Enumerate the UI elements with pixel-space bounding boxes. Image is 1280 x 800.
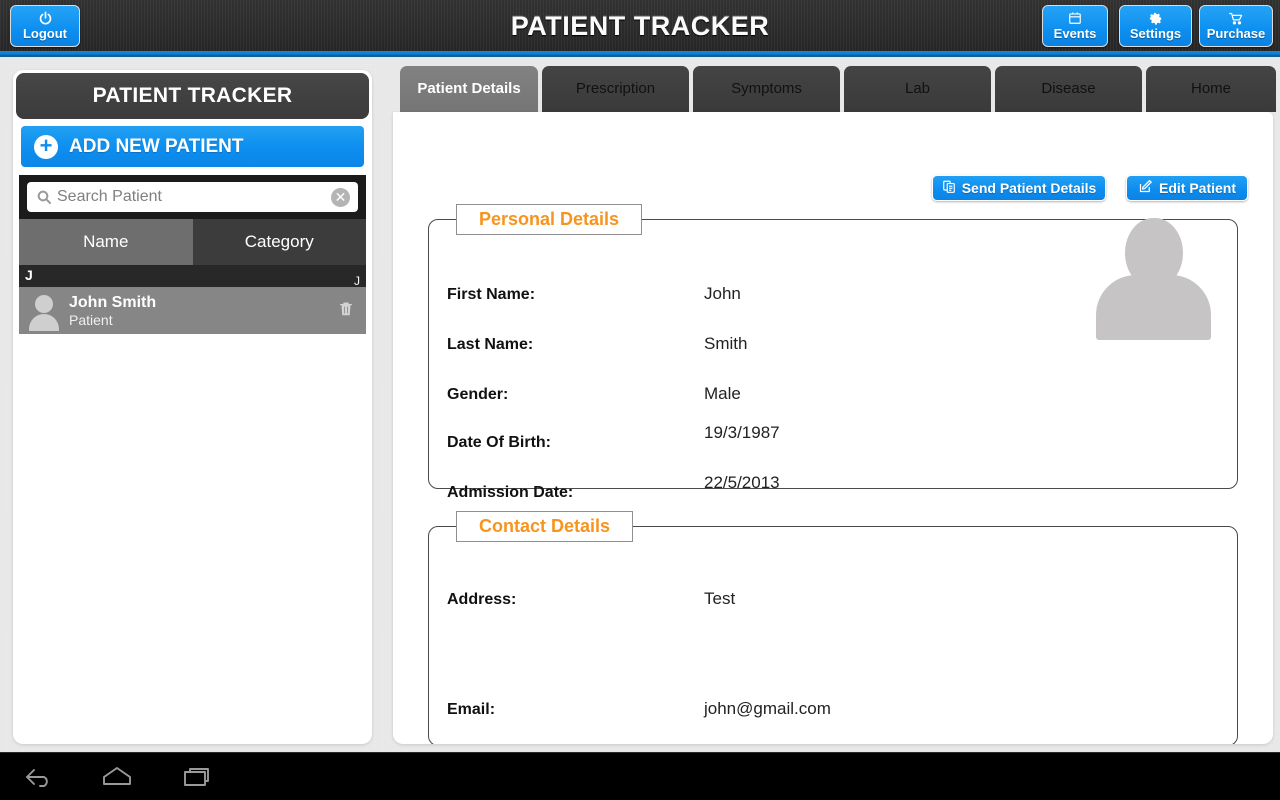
segment-name[interactable]: Name [19,219,193,265]
patient-photo [1096,218,1211,340]
field-label-email: Email: [447,701,496,718]
add-new-patient-button[interactable]: + ADD NEW PATIENT [21,126,364,167]
settings-label: Settings [1129,26,1182,41]
home-icon[interactable] [99,765,135,794]
events-label: Events [1053,26,1097,41]
tab-disease[interactable]: Disease [995,66,1142,112]
tab-prescription[interactable]: Prescription [542,66,689,112]
power-icon [11,8,79,27]
field-label-date-of-birth: Date Of Birth: [447,434,551,451]
field-label-admission-date: Admission Date: [447,484,574,501]
settings-button[interactable]: Settings [1119,5,1192,47]
tab-home[interactable]: Home [1146,66,1276,112]
android-navigation-bar: 5:04 ✕ [0,752,1280,800]
clear-search-icon[interactable]: ✕ [331,187,350,207]
patient-name: John Smith [69,293,157,311]
field-label-gender: Gender: [447,386,509,403]
edit-patient-label: Edit Patient [1158,180,1236,196]
avatar [27,293,61,331]
shopping-cart-icon [1200,8,1272,27]
contact-details-legend: Contact Details [456,511,634,542]
segment-category[interactable]: Category [192,219,366,265]
app-root: PATIENT TRACKER Logout Events Settings P… [0,0,1280,800]
field-label-last-name: Last Name: [447,336,534,353]
field-value-last-name: Smith [704,334,748,353]
edit-pencil-icon [1138,179,1153,197]
delete-patient-icon[interactable] [326,298,366,324]
contact-details-section: Contact Details Address: Test Email: joh… [428,511,1238,744]
tab-lab[interactable]: Lab [844,66,991,112]
purchase-label: Purchase [1206,26,1266,41]
list-item-text: John Smith Patient [69,293,326,329]
top-header-bar: PATIENT TRACKER Logout Events Settings P… [0,0,1280,51]
logout-button[interactable]: Logout [10,5,80,47]
field-value-email: john@gmail.com [704,699,831,718]
tab-symptoms[interactable]: Symptoms [693,66,840,112]
field-value-date-of-birth: 19/3/1987 [704,423,780,442]
calendar-icon [1043,8,1107,27]
clipboard-icon [942,179,956,197]
purchase-button[interactable]: Purchase [1199,5,1273,47]
field-label-first-name: First Name: [447,286,536,303]
field-value-gender: Male [704,384,741,403]
search-icon [33,189,55,205]
search-box[interactable]: ✕ [27,182,358,212]
edit-patient-button[interactable]: Edit Patient [1126,175,1248,201]
patient-sidebar: PATIENT TRACKER + ADD NEW PATIENT ✕ Name… [13,70,372,744]
tab-bar: Patient Details Prescription Symptoms La… [393,66,1276,112]
search-bar-container: ✕ [19,175,366,219]
list-section-header: J J [19,265,366,288]
header-accent-divider [0,51,1280,57]
plus-icon: + [34,134,58,159]
tab-patient-details[interactable]: Patient Details [400,66,538,112]
section-letter: J [25,267,33,283]
patient-category: Patient [69,311,113,328]
send-patient-details-button[interactable]: Send Patient Details [932,175,1106,201]
list-item[interactable]: John Smith Patient [19,287,366,334]
field-value-admission-date: 22/5/2013 [704,473,780,492]
back-icon[interactable] [22,765,58,794]
field-value-address: Test [704,589,736,608]
recents-icon[interactable] [182,765,216,794]
gear-icon [1120,8,1191,27]
personal-details-legend: Personal Details [456,204,643,235]
patient-details-panel: Send Patient Details Edit Patient Person… [393,112,1273,744]
alphabet-index-letter[interactable]: J [354,274,360,288]
send-patient-details-label: Send Patient Details [961,180,1097,196]
main-content: Patient Details Prescription Symptoms La… [393,66,1276,744]
logout-label: Logout [22,26,68,41]
sidebar-segmented-control: Name Category [19,219,366,265]
add-new-patient-label: ADD NEW PATIENT [69,136,244,157]
events-button[interactable]: Events [1042,5,1108,47]
sidebar-title: PATIENT TRACKER [16,73,369,119]
field-label-address: Address: [447,591,517,608]
search-input[interactable] [55,188,331,206]
field-value-first-name: John [704,284,741,303]
